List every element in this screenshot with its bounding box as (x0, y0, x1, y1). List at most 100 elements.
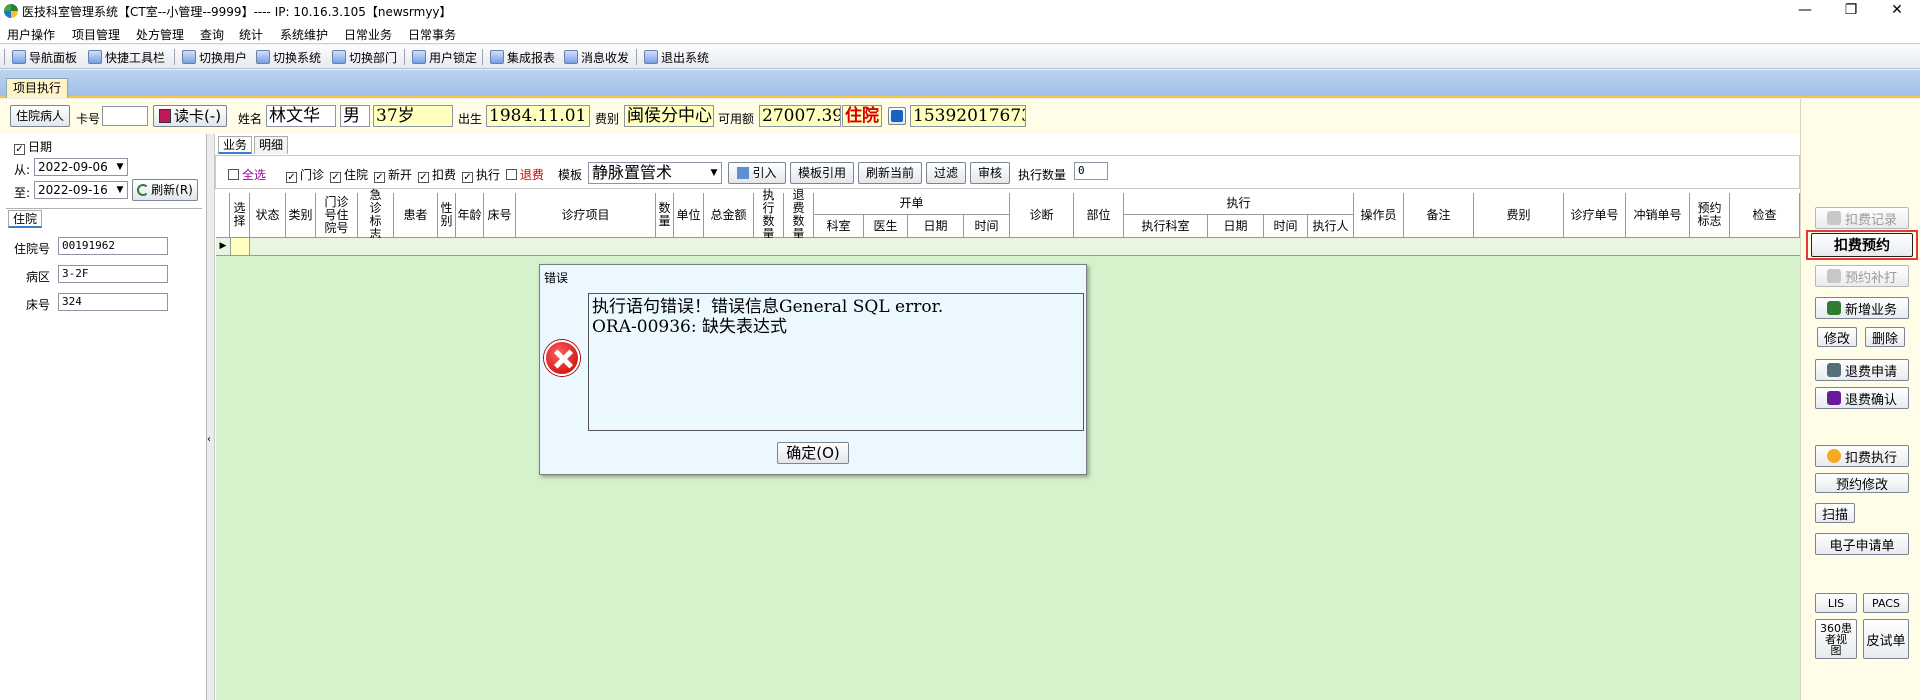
execute-checkbox[interactable]: ✓ 执行 (462, 166, 500, 183)
view-360-button[interactable]: 360患者视图 (1815, 619, 1857, 659)
refund-box[interactable] (506, 169, 517, 180)
col-order-date[interactable]: 日期 (908, 215, 964, 238)
select-all-checkbox[interactable]: 全选 (228, 166, 266, 183)
error-message-box[interactable]: 执行语句错误！错误信息General SQL error. ORA-00936: … (588, 293, 1084, 431)
ok-button[interactable]: 确定(O) (777, 442, 849, 464)
col-bed[interactable]: 床号 (484, 193, 516, 238)
refund-apply-button[interactable]: 退费申请 (1815, 359, 1909, 381)
col-unit[interactable]: 单位 (674, 193, 704, 238)
deduct-execute-button[interactable]: 扣费执行 (1815, 445, 1909, 467)
col-diagnosis[interactable]: 诊断 (1010, 193, 1074, 238)
new-box[interactable]: ✓ (374, 172, 385, 183)
lis-button[interactable]: LIS (1815, 593, 1857, 613)
reports-button[interactable]: 集成报表 (490, 49, 555, 65)
col-operator[interactable]: 操作员 (1354, 193, 1404, 238)
menu-statistics[interactable]: 统计 (239, 26, 263, 43)
chevron-down-icon[interactable]: ▼ (707, 163, 721, 183)
outpatient-checkbox[interactable]: ✓ 门诊 (286, 166, 324, 183)
col-order-time[interactable]: 时间 (964, 215, 1010, 238)
col-select[interactable]: 选择 (230, 193, 250, 238)
menu-system-maint[interactable]: 系统维护 (280, 26, 328, 43)
restore-icon[interactable]: ❐ (1828, 0, 1874, 22)
switch-user-button[interactable]: 切换用户 (182, 49, 247, 65)
refresh-current-button[interactable]: 刷新当前 (858, 162, 922, 184)
col-executor[interactable]: 执行人 (1308, 215, 1354, 238)
col-refund-qty[interactable]: 退费数量 (784, 189, 814, 241)
exec-qty-input[interactable]: 0 (1074, 162, 1108, 180)
refund-checkbox[interactable]: 退费 (506, 166, 544, 183)
menu-daily-business[interactable]: 日常业务 (344, 26, 392, 43)
col-order-dept[interactable]: 科室 (814, 215, 864, 238)
ward-field[interactable]: 3-2F (58, 265, 168, 283)
col-remark[interactable]: 备注 (1404, 193, 1474, 238)
select-cell[interactable] (230, 238, 250, 255)
card-number-input[interactable] (102, 106, 148, 126)
col-category[interactable]: 类别 (286, 193, 316, 238)
inpatient-box[interactable]: ✓ (330, 172, 341, 183)
col-exec-qty[interactable]: 执行数量 (754, 189, 784, 241)
inpatient-button[interactable]: 住院病人 (10, 105, 70, 127)
exit-system-button[interactable]: 退出系统 (644, 49, 709, 65)
menu-prescription-mgmt[interactable]: 处方管理 (136, 26, 184, 43)
deduct-checkbox[interactable]: ✓ 扣费 (418, 166, 456, 183)
col-age[interactable]: 年龄 (456, 193, 484, 238)
phone-icon[interactable] (888, 107, 906, 125)
col-site[interactable]: 部位 (1074, 193, 1124, 238)
pacs-button[interactable]: PACS (1863, 593, 1909, 613)
execute-box[interactable]: ✓ (462, 172, 473, 183)
edit-button[interactable]: 修改 (1817, 327, 1857, 347)
menu-user-ops[interactable]: 用户操作 (7, 26, 55, 43)
delete-button[interactable]: 删除 (1865, 327, 1905, 347)
col-booking-flag[interactable]: 预约标志 (1690, 193, 1730, 238)
nav-panel-button[interactable]: 导航面板 (12, 49, 77, 65)
booking-edit-button[interactable]: 预约修改 (1815, 473, 1909, 493)
tab-business[interactable]: 业务 (218, 136, 253, 154)
to-date-picker[interactable]: 2022-09-16 ▼ (34, 181, 128, 199)
select-all-box[interactable] (228, 169, 239, 180)
bed-field[interactable]: 324 (58, 293, 168, 311)
col-sex[interactable]: 性别 (438, 193, 456, 238)
read-card-button[interactable]: 读卡(-) (153, 105, 227, 127)
menu-project-mgmt[interactable]: 项目管理 (72, 26, 120, 43)
col-item[interactable]: 诊疗项目 (516, 193, 656, 238)
col-clinic-no[interactable]: 门诊号住院号 (316, 193, 358, 238)
from-date-picker[interactable]: 2022-09-06 ▼ (34, 158, 128, 176)
col-status[interactable]: 状态 (250, 193, 286, 238)
new-checkbox[interactable]: ✓ 新开 (374, 166, 412, 183)
col-exam-room[interactable]: 检查 (1730, 193, 1800, 238)
add-business-button[interactable]: 新增业务 (1815, 297, 1909, 319)
collapse-arrow-icon[interactable]: ‹ (207, 434, 211, 445)
skin-test-button[interactable]: 皮试单 (1863, 619, 1909, 659)
panel-splitter[interactable]: ‹ (207, 134, 215, 700)
import-button[interactable]: 引入 (728, 162, 786, 184)
col-urgent[interactable]: 急诊标志 (358, 189, 394, 241)
deduct-booking-button[interactable]: 扣费预约 (1811, 233, 1913, 257)
date-checkbox[interactable]: ✓ 日期 (14, 138, 52, 155)
template-select[interactable]: 静脉置管术 ▼ (588, 162, 722, 184)
chevron-down-icon[interactable]: ▼ (113, 182, 127, 198)
col-exec-dept[interactable]: 执行科室 (1124, 215, 1208, 238)
col-order-doctor[interactable]: 医生 (864, 215, 908, 238)
menu-query[interactable]: 查询 (200, 26, 224, 43)
refund-confirm-button[interactable]: 退费确认 (1815, 387, 1909, 409)
refresh-button[interactable]: 刷新(R) (132, 179, 198, 201)
col-exec-date[interactable]: 日期 (1208, 215, 1264, 238)
col-exec-time[interactable]: 时间 (1264, 215, 1308, 238)
col-reversal-no[interactable]: 冲销单号 (1626, 193, 1690, 238)
col-clinic-order-no[interactable]: 诊疗单号 (1564, 193, 1626, 238)
table-row[interactable]: ▶ (216, 238, 1800, 256)
col-fee-type[interactable]: 费别 (1474, 193, 1564, 238)
inpatient-checkbox[interactable]: ✓ 住院 (330, 166, 368, 183)
menu-daily-affairs[interactable]: 日常事务 (408, 26, 456, 43)
outpatient-box[interactable]: ✓ (286, 172, 297, 183)
template-ref-button[interactable]: 模板引用 (790, 162, 854, 184)
chevron-down-icon[interactable]: ▼ (113, 159, 127, 175)
filter-button[interactable]: 过滤 (926, 162, 966, 184)
tab-inpatient[interactable]: 住院 (8, 210, 43, 228)
close-icon[interactable]: ✕ (1874, 0, 1920, 22)
col-total[interactable]: 总金额 (704, 193, 754, 238)
deduct-record-button[interactable]: 扣费记录 (1815, 207, 1909, 229)
quick-toolbar-button[interactable]: 快捷工具栏 (88, 49, 165, 65)
col-qty[interactable]: 数量 (656, 193, 674, 238)
col-patient[interactable]: 患者 (394, 193, 438, 238)
